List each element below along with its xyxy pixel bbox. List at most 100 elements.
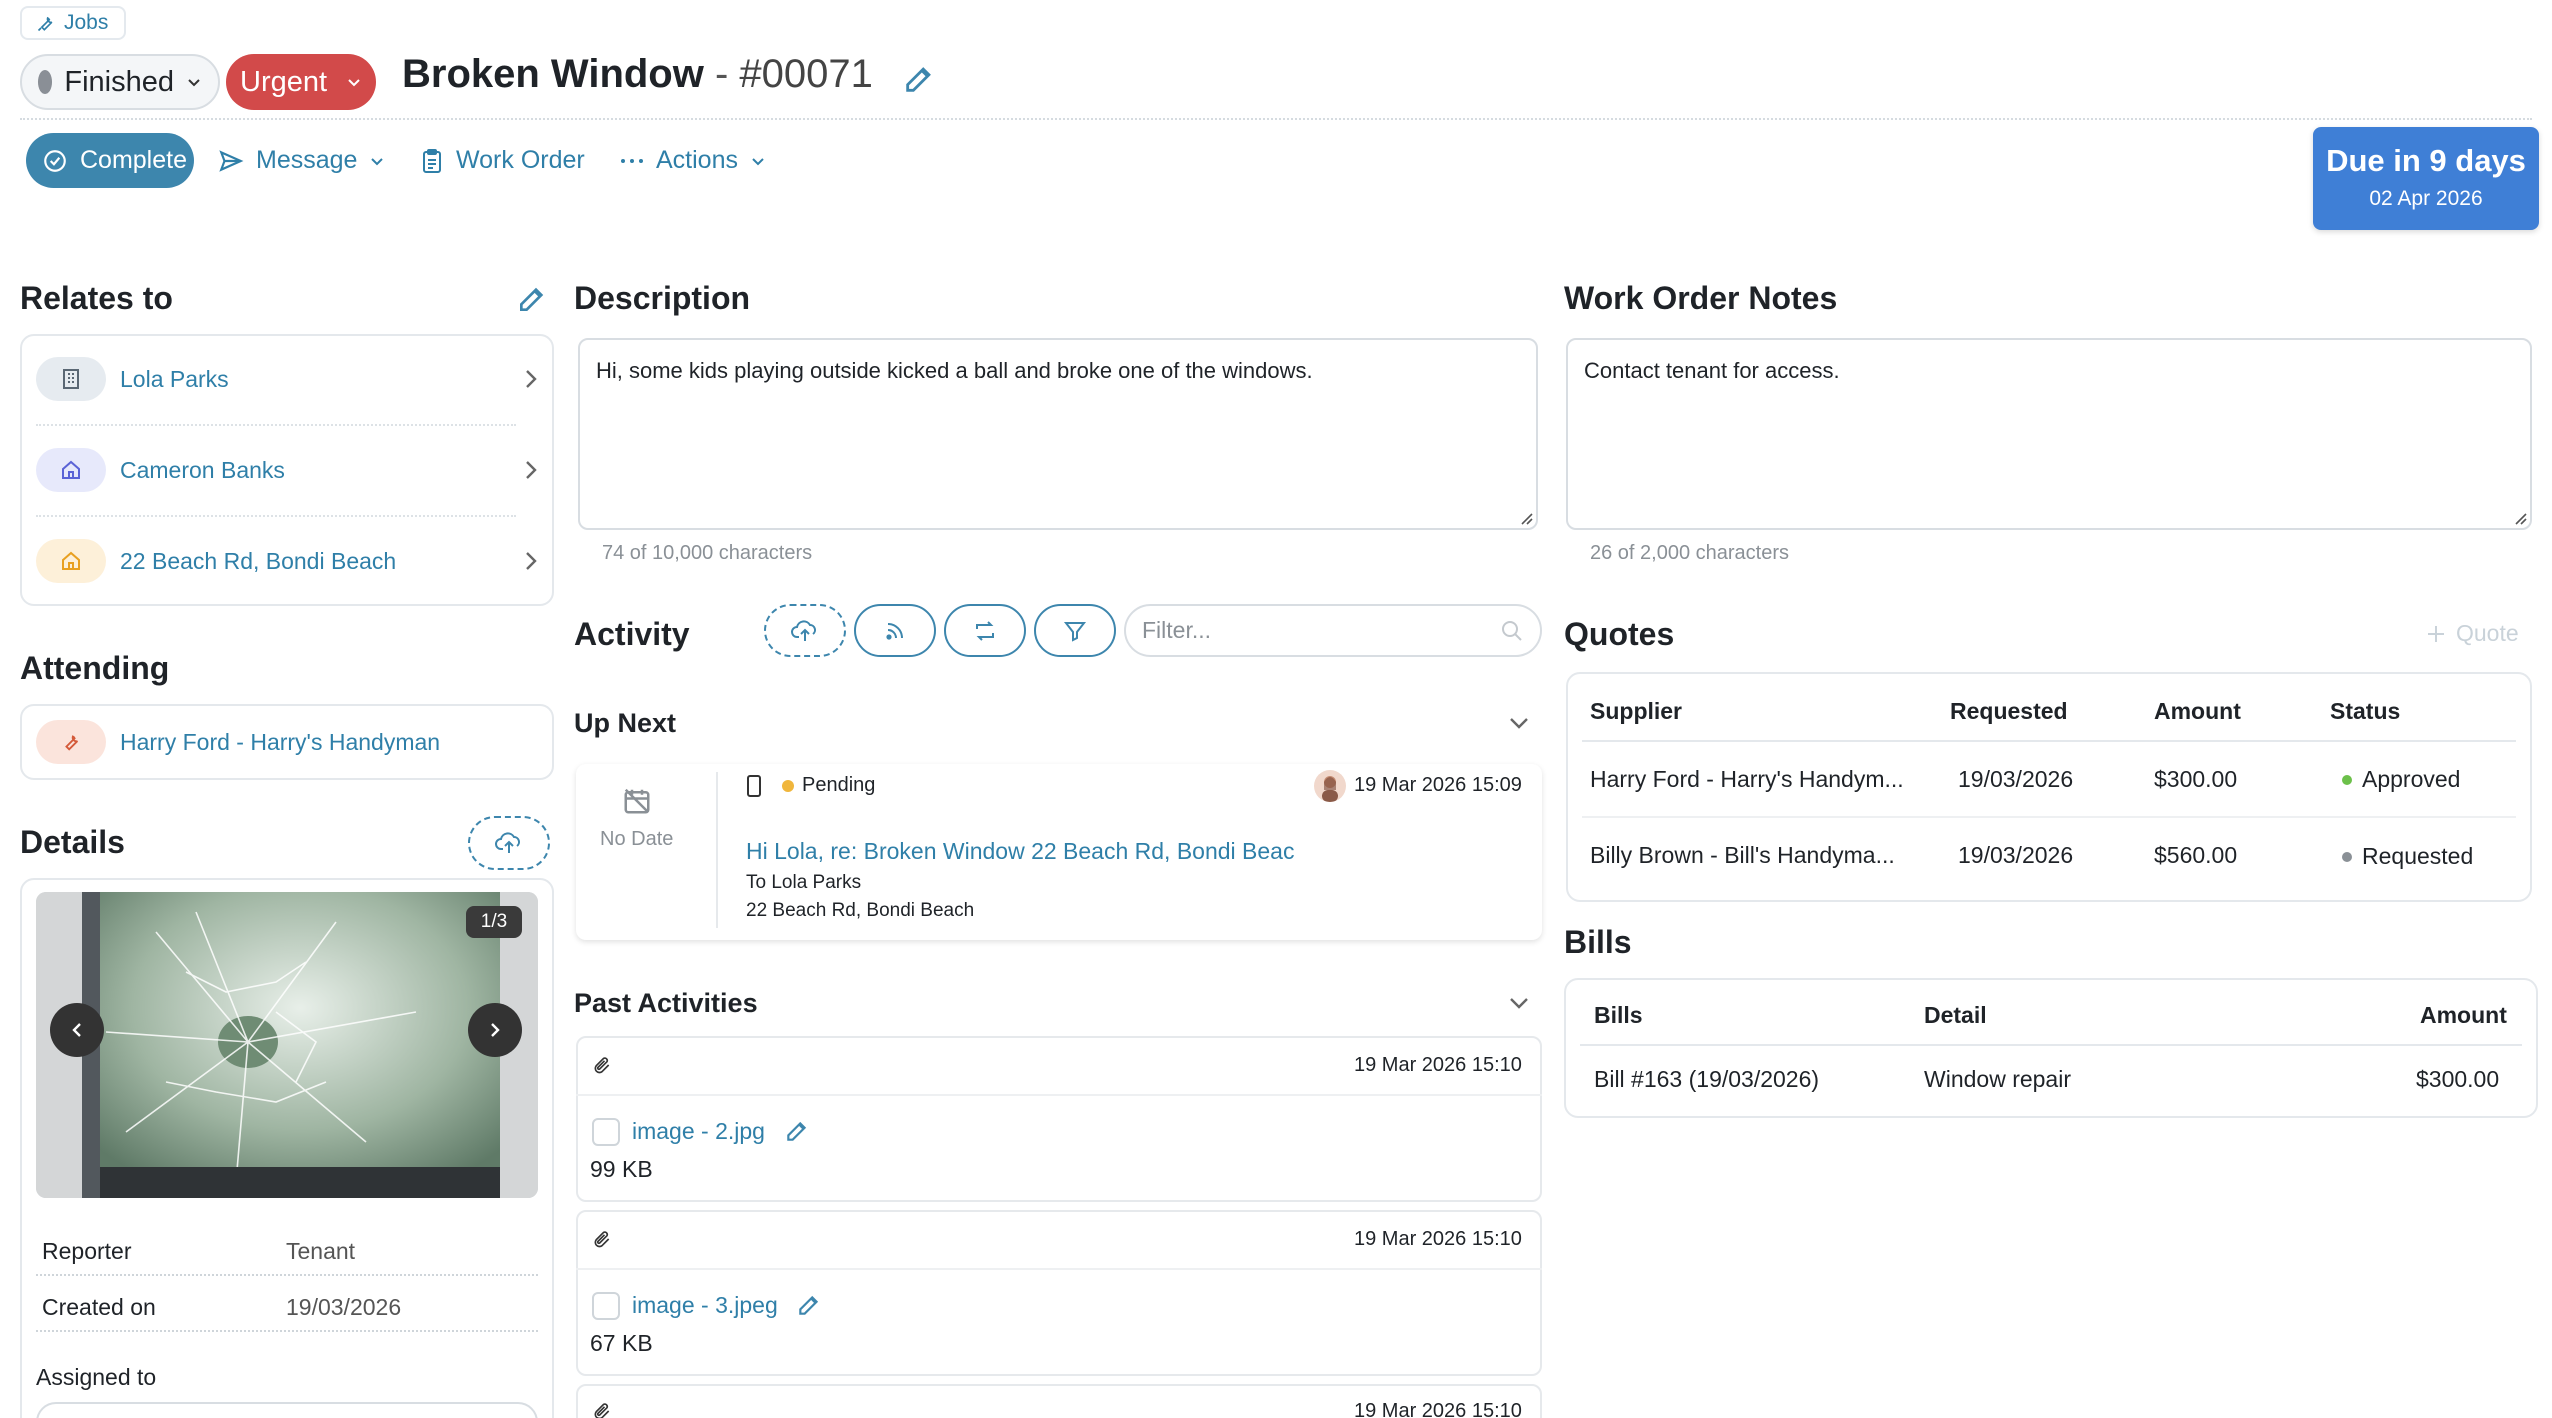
job-number: #00071 <box>739 52 873 96</box>
quote-status-label: Requested <box>2362 843 2474 869</box>
work-order-notes-textarea[interactable]: Contact tenant for access. <box>1566 338 2532 530</box>
filter-button[interactable] <box>1034 604 1116 657</box>
upload-activity-button[interactable] <box>764 604 846 657</box>
quote-requested: 19/03/2026 <box>1958 842 2074 868</box>
activity-timestamp: 19 Mar 2026 15:10 <box>1354 1228 1522 1250</box>
description-text: Hi, some kids playing outside kicked a b… <box>596 358 1313 383</box>
chevron-right-icon <box>524 550 538 572</box>
quotes-header-requested: Requested <box>1950 698 2068 724</box>
photo-counter: 1/3 <box>466 906 522 938</box>
reporter-label: Reporter <box>42 1238 132 1264</box>
file-size: 99 KB <box>590 1156 653 1182</box>
details-title: Details <box>20 824 125 860</box>
activity-filter-input[interactable]: Filter... <box>1124 604 1542 657</box>
work-order-notes-text: Contact tenant for access. <box>1584 358 1840 383</box>
quote-supplier-link[interactable]: Harry Ford - Harry's Handym... <box>1590 766 1904 793</box>
quote-status: Requested <box>2342 843 2473 870</box>
repeat-icon <box>973 619 997 643</box>
paperclip-icon <box>592 1228 612 1250</box>
edit-title-icon[interactable] <box>902 62 936 96</box>
bill-detail: Window repair <box>1924 1066 2071 1092</box>
resize-handle-icon[interactable] <box>1518 510 1534 526</box>
quotes-header-supplier: Supplier <box>1590 698 1683 724</box>
created-label: Created on <box>42 1294 156 1320</box>
quotes-header-status: Status <box>2330 698 2401 724</box>
building-icon <box>36 357 106 401</box>
assigned-select[interactable] <box>36 1402 538 1418</box>
file-link[interactable]: image - 3.jpeg <box>632 1292 778 1319</box>
carousel-next-button[interactable] <box>468 1003 522 1057</box>
calendar-off-icon <box>622 786 652 816</box>
complete-button[interactable]: Complete <box>26 133 194 188</box>
actions-button[interactable]: Actions <box>620 133 766 188</box>
complete-label: Complete <box>80 146 187 174</box>
edit-file-icon[interactable] <box>784 1118 810 1144</box>
created-value: 19/03/2026 <box>286 1294 402 1320</box>
resize-handle-icon[interactable] <box>2512 510 2528 526</box>
search-icon <box>1500 619 1524 643</box>
wrench-icon <box>36 720 106 764</box>
file-link[interactable]: image - 2.jpg <box>632 1118 765 1145</box>
edit-file-icon[interactable] <box>796 1292 822 1318</box>
up-next-title: Up Next <box>574 708 677 738</box>
relates-item-label: Cameron Banks <box>120 456 285 483</box>
up-next-address: 22 Beach Rd, Bondi Beach <box>746 900 975 921</box>
file-checkbox[interactable] <box>592 1292 620 1320</box>
sync-button[interactable] <box>944 604 1026 657</box>
edit-relates-icon[interactable] <box>516 283 548 315</box>
job-photo[interactable] <box>36 892 538 1198</box>
add-quote-label: Quote <box>2456 620 2519 646</box>
feed-button[interactable] <box>854 604 936 657</box>
description-textarea[interactable]: Hi, some kids playing outside kicked a b… <box>578 338 1538 530</box>
quote-requested: 19/03/2026 <box>1958 766 2074 792</box>
cloud-upload-icon <box>791 619 819 643</box>
relates-item-property[interactable]: 22 Beach Rd, Bondi Beach <box>20 516 554 606</box>
up-next-subject-link[interactable]: Hi Lola, re: Broken Window 22 Beach Rd, … <box>746 838 1326 865</box>
quotes-title: Quotes <box>1564 616 1675 652</box>
attending-name: Harry Ford - Harry's Handyman <box>120 728 441 755</box>
upload-photo-button[interactable] <box>468 816 550 870</box>
bills-header-detail: Detail <box>1924 1002 1987 1028</box>
job-title: Broken Window <box>402 52 704 96</box>
status-dot <box>2342 774 2352 785</box>
table-header-divider <box>1582 740 2516 742</box>
bill-link[interactable]: Bill #163 (19/03/2026) <box>1594 1066 1819 1093</box>
send-icon <box>218 148 244 174</box>
file-checkbox[interactable] <box>592 1118 620 1146</box>
carousel-prev-button[interactable] <box>50 1003 104 1057</box>
reporter-value: Tenant <box>286 1238 356 1264</box>
relates-item-tenant[interactable]: Cameron Banks <box>20 425 554 515</box>
add-quote-button[interactable]: Quote <box>2426 620 2519 647</box>
no-date-label: No Date <box>600 828 674 850</box>
message-button[interactable]: Message <box>218 133 385 188</box>
relates-item-owner[interactable]: Lola Parks <box>20 334 554 424</box>
description-title: Description <box>574 280 751 316</box>
actions-label: Actions <box>656 146 738 174</box>
work-order-notes-counter: 26 of 2,000 characters <box>1590 542 1790 564</box>
plus-icon <box>2426 624 2446 644</box>
page-title: Broken Window - #00071 <box>402 52 873 97</box>
collapse-up-next-icon[interactable] <box>1508 716 1530 730</box>
quote-supplier-link[interactable]: Billy Brown - Bill's Handyma... <box>1590 842 1895 869</box>
status-dropdown[interactable]: Finished <box>20 54 220 110</box>
chevron-down-icon <box>186 74 202 90</box>
work-order-button[interactable]: Work Order <box>420 133 585 188</box>
jobs-breadcrumb[interactable]: Jobs <box>20 6 127 40</box>
priority-label: Urgent <box>240 65 328 98</box>
row-divider <box>576 1094 1542 1096</box>
collapse-past-icon[interactable] <box>1508 996 1530 1010</box>
relates-title: Relates to <box>20 280 173 316</box>
quote-amount: $560.00 <box>2154 842 2238 868</box>
column-divider <box>716 772 718 928</box>
rss-icon <box>883 619 907 643</box>
bills-title: Bills <box>1564 924 1632 960</box>
activity-timestamp: 19 Mar 2026 15:10 <box>1354 1054 1522 1076</box>
up-next-timestamp: 19 Mar 2026 15:09 <box>1354 774 1522 796</box>
due-date-card[interactable]: Due in 9 days 02 Apr 2026 <box>2313 127 2539 230</box>
assigned-label: Assigned to <box>36 1364 157 1390</box>
attending-item[interactable]: Harry Ford - Harry's Handyman <box>20 704 554 780</box>
priority-dropdown[interactable]: Urgent <box>226 54 376 110</box>
bills-header-bills: Bills <box>1594 1002 1643 1028</box>
bills-header-amount: Amount <box>2420 1002 2507 1028</box>
clipboard-icon <box>420 148 444 174</box>
